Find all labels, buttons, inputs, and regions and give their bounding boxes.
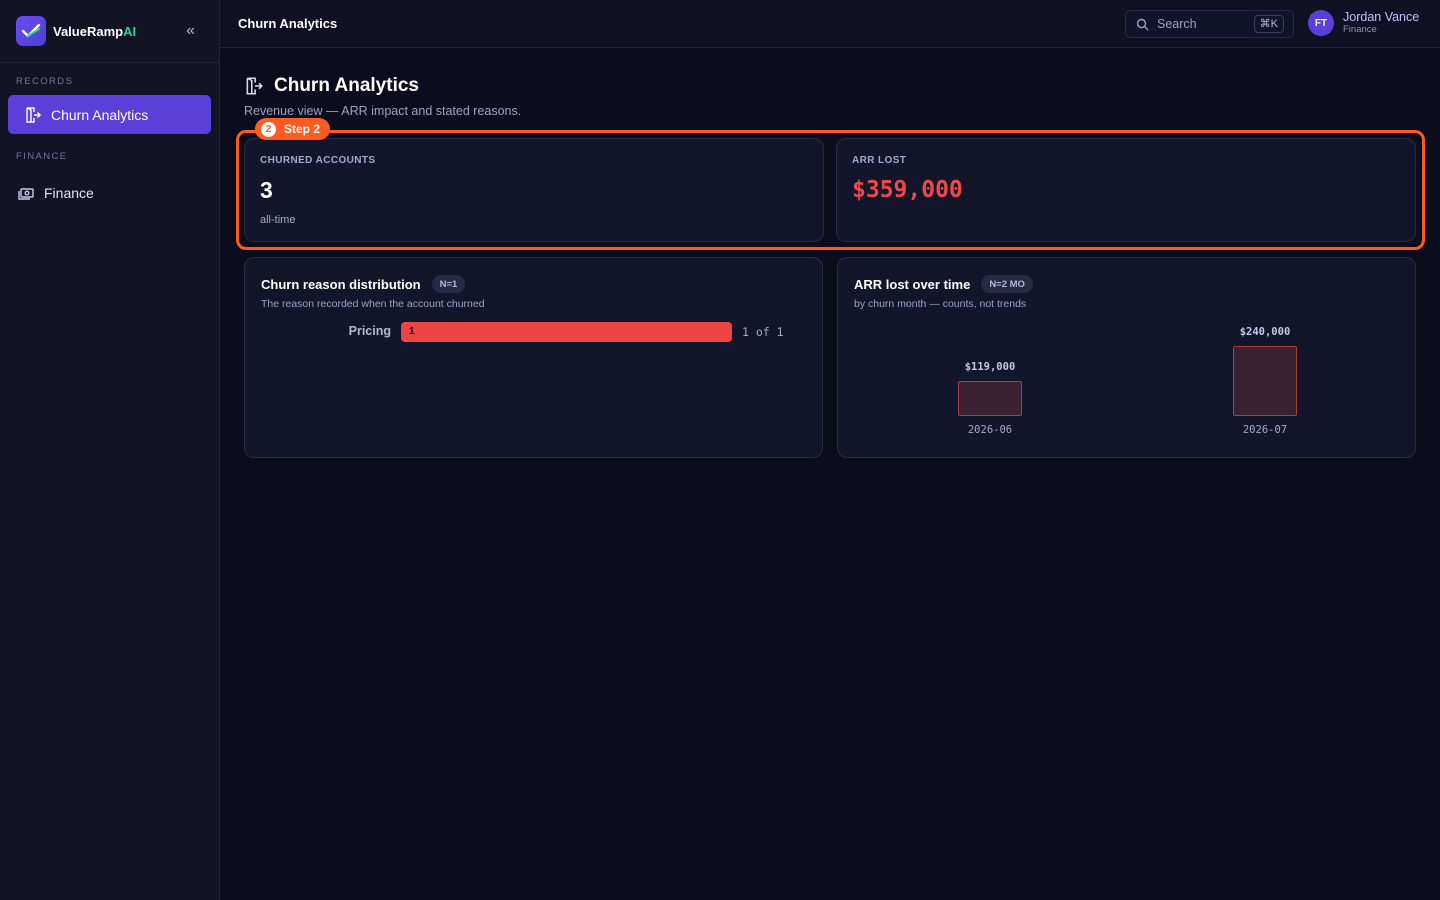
step-number: 2	[261, 121, 276, 137]
topbar: Churn Analytics Search ⌘K FT Jordan Vanc…	[220, 0, 1440, 48]
page-subtitle: Revenue view — ARR impact and stated rea…	[244, 104, 522, 118]
arr-over-time-panel: ARR lost over time N=2 MO by churn month…	[837, 257, 1416, 458]
exit-door-icon	[24, 106, 42, 124]
sidebar-item-label: Finance	[44, 184, 94, 201]
step-badge: 2 Step 2	[255, 118, 331, 140]
section-label-finance: FINANCE	[16, 151, 68, 162]
section-label-records: RECORDS	[16, 76, 74, 87]
sidebar-item-label: Churn Analytics	[51, 106, 149, 123]
stat-value: 3	[260, 177, 273, 203]
search-placeholder: Search	[1157, 17, 1197, 31]
reason-bar-fill: 1	[401, 322, 732, 342]
arr-column-category-label: 2026-07	[1242, 424, 1288, 436]
brand: ValueRampAI «	[0, 0, 219, 63]
page-header: Churn Analytics Revenue view — ARR impac…	[244, 75, 521, 118]
stat-label: ARR LOST	[852, 155, 907, 166]
user-role: Finance	[1343, 23, 1377, 35]
panel-subtitle: The reason recorded when the account chu…	[261, 298, 485, 310]
collapse-sidebar-icon[interactable]: «	[186, 22, 195, 40]
stat-value: $359,000	[852, 177, 963, 203]
reason-label: Pricing	[348, 324, 391, 338]
cash-icon	[17, 184, 35, 202]
brand-name: ValueRampAI	[53, 23, 137, 39]
stat-card-churned-accounts: CHURNED ACCOUNTS 3 all-time	[244, 138, 824, 242]
topbar-title: Churn Analytics	[238, 16, 338, 31]
stat-label: CHURNED ACCOUNTS	[260, 155, 376, 166]
arr-column-bar	[958, 381, 1022, 416]
search-shortcut: ⌘K	[1253, 15, 1284, 33]
search-icon	[1136, 18, 1149, 31]
panel-subtitle: by churn month — counts, not trends	[854, 298, 1027, 310]
user-menu[interactable]: FT Jordan Vance Finance	[1308, 10, 1419, 36]
arr-column-value-label: $240,000	[1239, 326, 1291, 338]
reason-bar-track: 1	[401, 322, 732, 342]
count-pill: N=1	[431, 275, 466, 293]
arr-column-bar	[1233, 346, 1297, 416]
arr-column: $240,000 2026-07	[1215, 326, 1315, 436]
app-logo-icon[interactable]	[16, 16, 46, 46]
reason-count: 1 of 1	[742, 325, 784, 339]
reason-bar-row: Pricing 1 1 of 1	[245, 322, 822, 342]
panel-title: ARR lost over time N=2 MO	[854, 275, 1399, 293]
churn-reason-panel: Churn reason distribution N=1 The reason…	[244, 257, 823, 458]
exit-door-icon	[244, 76, 264, 96]
avatar: FT	[1308, 10, 1334, 36]
arr-column: $119,000 2026-06	[940, 361, 1040, 436]
count-pill: N=2 MO	[981, 275, 1033, 293]
page-title: Churn Analytics	[244, 75, 521, 97]
sidebar-item-churn-analytics[interactable]: Churn Analytics	[8, 95, 211, 134]
sidebar-item-finance[interactable]: Finance	[0, 173, 219, 212]
step-label: Step 2	[284, 122, 321, 136]
stat-card-arr-lost: ARR LOST $359,000	[836, 138, 1416, 242]
sidebar: ValueRampAI « RECORDS Churn Analytics FI…	[0, 0, 220, 900]
panel-title: Churn reason distribution N=1	[261, 275, 806, 293]
user-name: Jordan Vance	[1343, 9, 1420, 24]
arr-column-value-label: $119,000	[964, 361, 1016, 373]
stat-foot: all-time	[260, 214, 296, 226]
arr-column-category-label: 2026-06	[967, 424, 1013, 436]
search-input[interactable]: Search ⌘K	[1125, 10, 1294, 38]
